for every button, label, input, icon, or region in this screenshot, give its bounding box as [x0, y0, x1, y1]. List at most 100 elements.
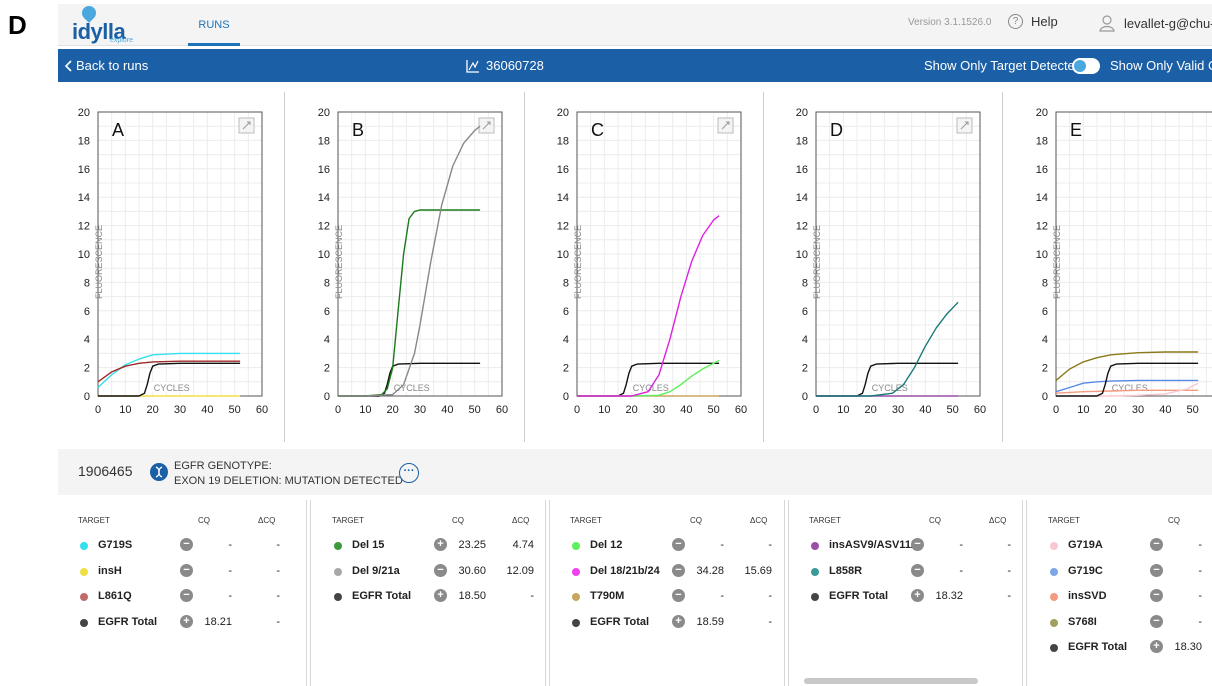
- x-tick-label: 50: [229, 404, 241, 416]
- plus-icon[interactable]: +: [672, 614, 685, 628]
- y-tick-label: 16: [557, 164, 569, 176]
- plus-icon[interactable]: +: [434, 589, 447, 602]
- header-cq: CQ: [198, 516, 210, 525]
- minus-icon[interactable]: −: [434, 563, 447, 577]
- expand-icon[interactable]: [956, 117, 973, 134]
- target-name: EGFR Total: [1068, 641, 1128, 653]
- x-tick-label: 30: [892, 404, 904, 416]
- tab-runs[interactable]: RUNS: [188, 4, 240, 46]
- y-tick-label: 18: [796, 135, 808, 147]
- target-name: Del 12: [590, 539, 623, 551]
- delta-cq-value: 4.74: [512, 539, 534, 551]
- y-axis-label: FLUORESCENCE: [1052, 225, 1062, 299]
- user-menu[interactable]: levallet-g@chu-c: [1098, 14, 1212, 32]
- cq-value: 23.25: [458, 539, 486, 551]
- table-row: EGFR Total +18.50 -: [312, 589, 542, 607]
- delta-cq-value: 15.69: [744, 564, 772, 577]
- series-color-dot: [1050, 618, 1058, 627]
- series-color-dot: [1050, 567, 1058, 576]
- header-cq: CQ: [690, 516, 702, 525]
- y-tick-label: 0: [802, 391, 808, 403]
- toggle-target-label: Show Only Target Detected: [924, 58, 1083, 73]
- more-options-button[interactable]: ···: [399, 463, 419, 483]
- minus-icon[interactable]: −: [1150, 563, 1163, 577]
- table-row: insH − - -: [58, 563, 298, 582]
- help-link[interactable]: ? Help: [1008, 14, 1058, 29]
- plus-icon[interactable]: +: [1150, 640, 1163, 653]
- y-tick-label: 0: [1042, 391, 1048, 403]
- x-tick-label: 10: [359, 404, 371, 416]
- table-row: insSVD − -: [1028, 589, 1212, 607]
- expand-icon[interactable]: [717, 117, 734, 134]
- target-name: Del 15: [352, 539, 385, 551]
- chart-D: 0 2 4 6 8 10 12 14 16 18 20 0 10 20 30 40 50 60 FLUORESCEN…: [796, 107, 986, 416]
- plus-icon[interactable]: +: [911, 589, 924, 602]
- run-id-label: 36060728: [486, 58, 544, 73]
- delta-cq-value: -: [276, 590, 280, 602]
- target-name: insH: [98, 564, 122, 577]
- minus-icon[interactable]: −: [672, 538, 685, 551]
- logo-subtext: explore: [110, 37, 133, 44]
- series-color-dot: [572, 567, 580, 576]
- header-cq: CQ: [452, 516, 464, 525]
- y-tick-label: 8: [563, 277, 569, 289]
- minus-icon[interactable]: −: [672, 563, 685, 577]
- series-color-dot: [80, 618, 88, 627]
- table-row: insASV9/ASV11/G − - -: [789, 538, 1021, 556]
- horizontal-scrollbar[interactable]: [804, 678, 978, 684]
- x-tick-label: 40: [919, 404, 931, 416]
- target-name: G719C: [1068, 564, 1103, 577]
- target-tables: TARGET CQ ΔCQ G719S − - - insH − - - L861Q − - - EGFR T…: [58, 500, 1212, 686]
- table-row: Del 15 +23.25 4.74: [312, 538, 542, 556]
- series-line: [577, 215, 720, 397]
- plus-icon[interactable]: +: [434, 538, 447, 551]
- delta-cq-value: -: [276, 615, 280, 628]
- minus-icon[interactable]: −: [180, 563, 193, 577]
- minus-icon[interactable]: −: [180, 538, 193, 551]
- minus-icon[interactable]: −: [1150, 538, 1163, 551]
- x-tick-label: 0: [95, 404, 101, 416]
- minus-icon[interactable]: −: [180, 589, 193, 602]
- minus-icon[interactable]: −: [1150, 589, 1163, 602]
- y-tick-label: 4: [802, 334, 808, 346]
- toggle-valid-label[interactable]: Show Only Valid C: [1110, 58, 1212, 73]
- y-tick-label: 14: [557, 192, 569, 204]
- minus-icon[interactable]: −: [911, 563, 924, 577]
- x-tick-label: 20: [626, 404, 638, 416]
- y-tick-label: 14: [78, 192, 90, 204]
- y-axis-label: FLUORESCENCE: [812, 225, 822, 299]
- minus-icon[interactable]: −: [672, 589, 685, 602]
- toggle-target-detected[interactable]: [1072, 58, 1100, 74]
- y-tick-label: 0: [324, 391, 330, 403]
- series-line: [1055, 351, 1199, 381]
- delta-cq-value: -: [768, 539, 772, 551]
- back-to-runs-button[interactable]: Back to runs: [64, 58, 148, 73]
- chart-divider: [284, 92, 285, 442]
- x-tick-label: 20: [147, 404, 159, 416]
- idylla-logo[interactable]: idylla explore: [66, 3, 136, 44]
- user-icon: [1099, 15, 1115, 32]
- y-tick-label: 8: [1042, 277, 1048, 289]
- chart-divider: [763, 92, 764, 442]
- y-tick-label: 18: [1036, 135, 1048, 147]
- header-target: TARGET: [570, 516, 602, 525]
- y-tick-label: 4: [84, 334, 90, 346]
- expand-icon[interactable]: [238, 117, 255, 134]
- delta-cq-value: -: [768, 590, 772, 602]
- x-tick-label: 20: [1105, 404, 1117, 416]
- chart-title: A: [112, 120, 124, 140]
- cq-value: -: [1198, 590, 1202, 602]
- series-color-dot: [572, 542, 580, 550]
- minus-icon[interactable]: −: [1150, 614, 1163, 628]
- header-cq: CQ: [929, 516, 941, 525]
- expand-icon[interactable]: [478, 117, 495, 134]
- run-chart-icon: [466, 59, 479, 73]
- table-divider: [788, 500, 789, 686]
- target-name: insSVD: [1068, 590, 1107, 602]
- version-label: Version 3.1.1526.0: [908, 17, 992, 28]
- minus-icon[interactable]: −: [911, 538, 924, 551]
- delta-cq-value: -: [1007, 590, 1011, 602]
- plus-icon[interactable]: +: [180, 614, 193, 628]
- series-color-dot: [334, 593, 342, 601]
- series-color-dot: [80, 567, 88, 576]
